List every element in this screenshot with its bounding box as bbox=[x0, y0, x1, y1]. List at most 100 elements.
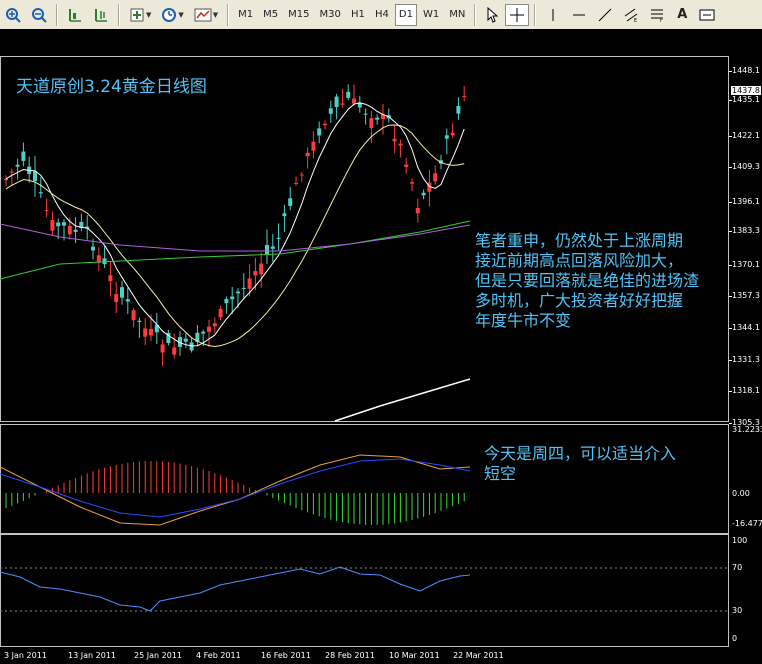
price-tick-label: 1331.3 bbox=[732, 355, 760, 364]
candlestick bbox=[15, 164, 20, 167]
candlestick bbox=[375, 117, 380, 120]
candlestick bbox=[91, 246, 95, 251]
candlestick bbox=[363, 113, 368, 115]
rsi-tick-label: 30 bbox=[732, 606, 743, 615]
date-tick-label: 4 Feb 2011 bbox=[196, 651, 241, 660]
timeframe-m15-button[interactable]: M15 bbox=[284, 4, 313, 26]
text-tool-icon[interactable]: A bbox=[671, 4, 693, 26]
timeframe-d1-button[interactable]: D1 bbox=[394, 3, 417, 26]
cursor-icon[interactable] bbox=[481, 4, 503, 26]
dropdown-arrow-icon: ▼ bbox=[178, 10, 184, 19]
timeframe-w1-button[interactable]: W1 bbox=[419, 4, 443, 26]
candlestick bbox=[44, 210, 49, 212]
candlestick bbox=[73, 229, 78, 232]
price-tick-label: 1422.1 bbox=[732, 131, 760, 140]
candlestick bbox=[450, 132, 455, 136]
candlestick bbox=[241, 287, 246, 289]
ma-200-line bbox=[334, 378, 471, 422]
candlestick bbox=[224, 298, 229, 304]
candlestick bbox=[410, 182, 414, 184]
candlestick bbox=[456, 105, 461, 114]
candlestick bbox=[311, 141, 316, 151]
chart-window[interactable]: 1448.1 1435.1 1422.1 1409.3 1396.1 1383.3 1370… bbox=[0, 29, 762, 664]
zoom-out-icon[interactable] bbox=[27, 4, 51, 26]
timeframe-h1-button[interactable]: H1 bbox=[347, 4, 369, 26]
indicators-icon[interactable]: ▼ bbox=[125, 4, 155, 26]
horizontal-line-icon[interactable] bbox=[567, 4, 591, 26]
price-axis: 1448.1 1435.1 1422.1 1409.3 1396.1 1383.3 1370… bbox=[729, 29, 762, 664]
candlestick bbox=[189, 342, 194, 351]
trendline-icon[interactable] bbox=[593, 4, 617, 26]
autoscroll-icon[interactable] bbox=[89, 4, 113, 26]
candlestick bbox=[323, 123, 327, 126]
fibonacci-icon[interactable]: F bbox=[645, 4, 669, 26]
crosshair-icon[interactable] bbox=[505, 3, 530, 26]
macd-line bbox=[0, 458, 471, 518]
price-tick-label: 1357.3 bbox=[732, 291, 760, 300]
timeframe-m5-button[interactable]: M5 bbox=[259, 4, 282, 26]
date-tick-label: 10 Mar 2011 bbox=[389, 651, 440, 660]
svg-text:E: E bbox=[634, 18, 637, 23]
candlestick bbox=[143, 328, 148, 337]
templates-icon[interactable]: ▼ bbox=[190, 4, 222, 26]
candlestick bbox=[369, 118, 374, 128]
chart-title-note: 天道原创3.24黄金日线图 bbox=[16, 77, 207, 97]
timeframe-h4-button[interactable]: H4 bbox=[371, 4, 393, 26]
dropdown-arrow-icon: ▼ bbox=[212, 10, 219, 19]
toolbar-separator bbox=[474, 3, 477, 26]
rsi-tick-label: 100 bbox=[732, 536, 748, 545]
date-tick-label: 25 Jan 2011 bbox=[134, 651, 182, 660]
vertical-line-icon[interactable] bbox=[541, 4, 565, 26]
periods-icon[interactable]: ▼ bbox=[157, 4, 187, 26]
candlestick bbox=[444, 135, 449, 139]
candlestick bbox=[265, 244, 269, 255]
candlestick bbox=[125, 299, 130, 302]
candlestick bbox=[201, 331, 206, 334]
candlestick bbox=[218, 308, 223, 318]
candlestick bbox=[253, 270, 258, 276]
candlestick bbox=[282, 213, 287, 217]
candlestick bbox=[108, 275, 113, 282]
macd-note: 今天是周四，可以适当介入 短空 bbox=[484, 444, 677, 483]
candlestick bbox=[230, 296, 235, 300]
candlestick bbox=[67, 225, 72, 235]
equidistant-channel-icon[interactable]: E bbox=[619, 4, 643, 26]
rsi-tick-label: 70 bbox=[732, 563, 743, 572]
timeframe-mn-button[interactable]: MN bbox=[445, 4, 469, 26]
candlestick bbox=[149, 329, 153, 336]
candlestick bbox=[33, 171, 37, 182]
candlestick bbox=[114, 294, 119, 303]
svg-text:F: F bbox=[660, 18, 663, 23]
candlestick bbox=[120, 287, 124, 298]
text-label-icon[interactable] bbox=[695, 4, 719, 26]
macd-tick-label: -16.477 bbox=[732, 519, 762, 528]
macd-signal-line bbox=[0, 454, 471, 526]
candlestick bbox=[305, 152, 310, 157]
candlestick bbox=[288, 198, 293, 206]
date-tick-label: 22 Mar 2011 bbox=[453, 651, 504, 660]
price-tick-label: 1383.3 bbox=[732, 226, 760, 235]
candlestick bbox=[62, 222, 66, 226]
candlestick bbox=[340, 103, 345, 105]
chart-shift-icon[interactable] bbox=[63, 4, 87, 26]
price-tick-label: 1448.1 bbox=[732, 66, 760, 75]
candlestick bbox=[433, 173, 438, 182]
candlestick bbox=[160, 344, 165, 353]
candlestick bbox=[236, 291, 240, 294]
candlestick bbox=[270, 246, 275, 249]
price-tick-label: 1318.1 bbox=[732, 386, 760, 395]
macd-tick-label: 0.00 bbox=[732, 489, 750, 498]
price-tick-label: 1435.1 bbox=[732, 95, 760, 104]
analysis-note: 笔者重申，仍然处于上涨周期 接近前期高点回落风险加大， 但是只要回落就是绝佳的进… bbox=[475, 231, 700, 330]
timeframe-m1-button[interactable]: M1 bbox=[234, 4, 257, 26]
toolbar-separator bbox=[227, 3, 230, 26]
toolbar-separator bbox=[56, 3, 58, 26]
zoom-in-icon[interactable] bbox=[1, 4, 25, 26]
timeframe-m30-button[interactable]: M30 bbox=[316, 4, 345, 26]
candlestick bbox=[352, 98, 356, 104]
chart-plot bbox=[0, 84, 729, 612]
rsi-tick-label: 0 bbox=[732, 634, 738, 643]
candlestick bbox=[56, 222, 61, 227]
candlestick bbox=[299, 174, 304, 176]
dropdown-arrow-icon: ▼ bbox=[146, 10, 152, 19]
